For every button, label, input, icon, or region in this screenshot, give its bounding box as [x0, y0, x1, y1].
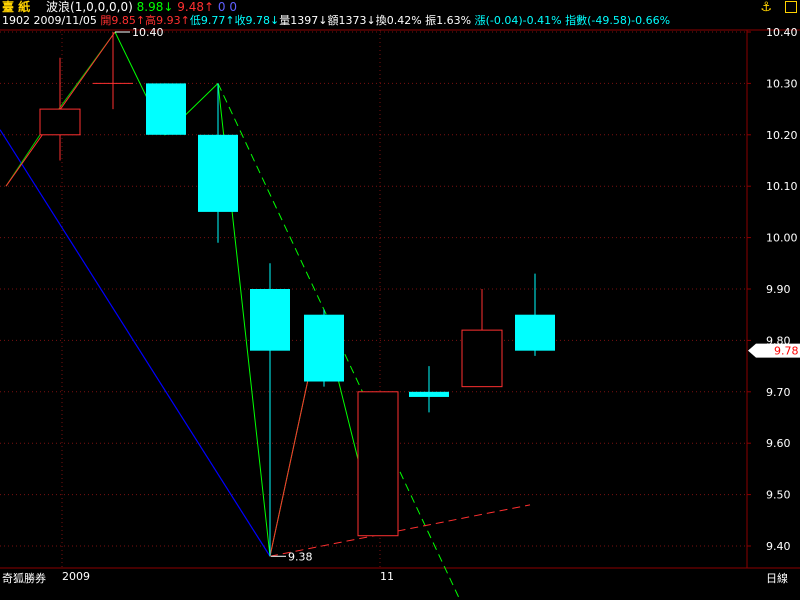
candlestick	[461, 289, 503, 388]
candlestick	[515, 273, 555, 356]
source-label: 奇狐勝券	[2, 572, 46, 585]
month-label: 11	[380, 570, 394, 583]
candlestick	[198, 83, 238, 243]
y-tick-label: 9.70	[766, 386, 791, 399]
candle-body	[250, 289, 290, 351]
y-tick-label: 9.60	[766, 437, 791, 450]
candle-body	[198, 134, 238, 212]
candle-body	[304, 314, 344, 382]
y-tick-label: 9.40	[766, 540, 791, 553]
candle-body	[515, 314, 555, 351]
y-tick-label: 10.20	[766, 129, 798, 142]
candlestick	[409, 366, 449, 413]
y-tick-label: 9.90	[766, 283, 791, 296]
candlestick	[146, 83, 186, 135]
candle-body	[146, 83, 186, 135]
y-tick-label: 9.50	[766, 489, 791, 502]
wave-line-green-3	[217, 83, 378, 557]
candle-body	[39, 108, 81, 136]
candle-body	[409, 391, 449, 397]
price-marker-label: 9.78	[774, 345, 799, 358]
candle-body	[357, 391, 399, 537]
y-tick-label: 10.00	[766, 232, 798, 245]
annotation-label: 9.38	[288, 550, 313, 563]
y-tick-label: 10.30	[766, 77, 798, 90]
candlestick	[250, 263, 290, 557]
candlestick	[357, 391, 399, 537]
y-tick-label: 10.10	[766, 180, 798, 193]
annotation-label: 10.40	[132, 26, 164, 39]
candlestick	[93, 32, 133, 110]
candlestick-chart: 10.4010.3010.2010.1010.009.909.809.709.6…	[0, 26, 800, 600]
year-label: 2009	[62, 570, 90, 583]
candlestick	[39, 57, 81, 161]
candle-body	[461, 329, 503, 388]
period-label[interactable]: 日線	[766, 570, 788, 586]
candlestick	[304, 309, 344, 387]
trend-line-red-dashed	[269, 504, 531, 557]
y-tick-label: 10.40	[766, 26, 798, 39]
